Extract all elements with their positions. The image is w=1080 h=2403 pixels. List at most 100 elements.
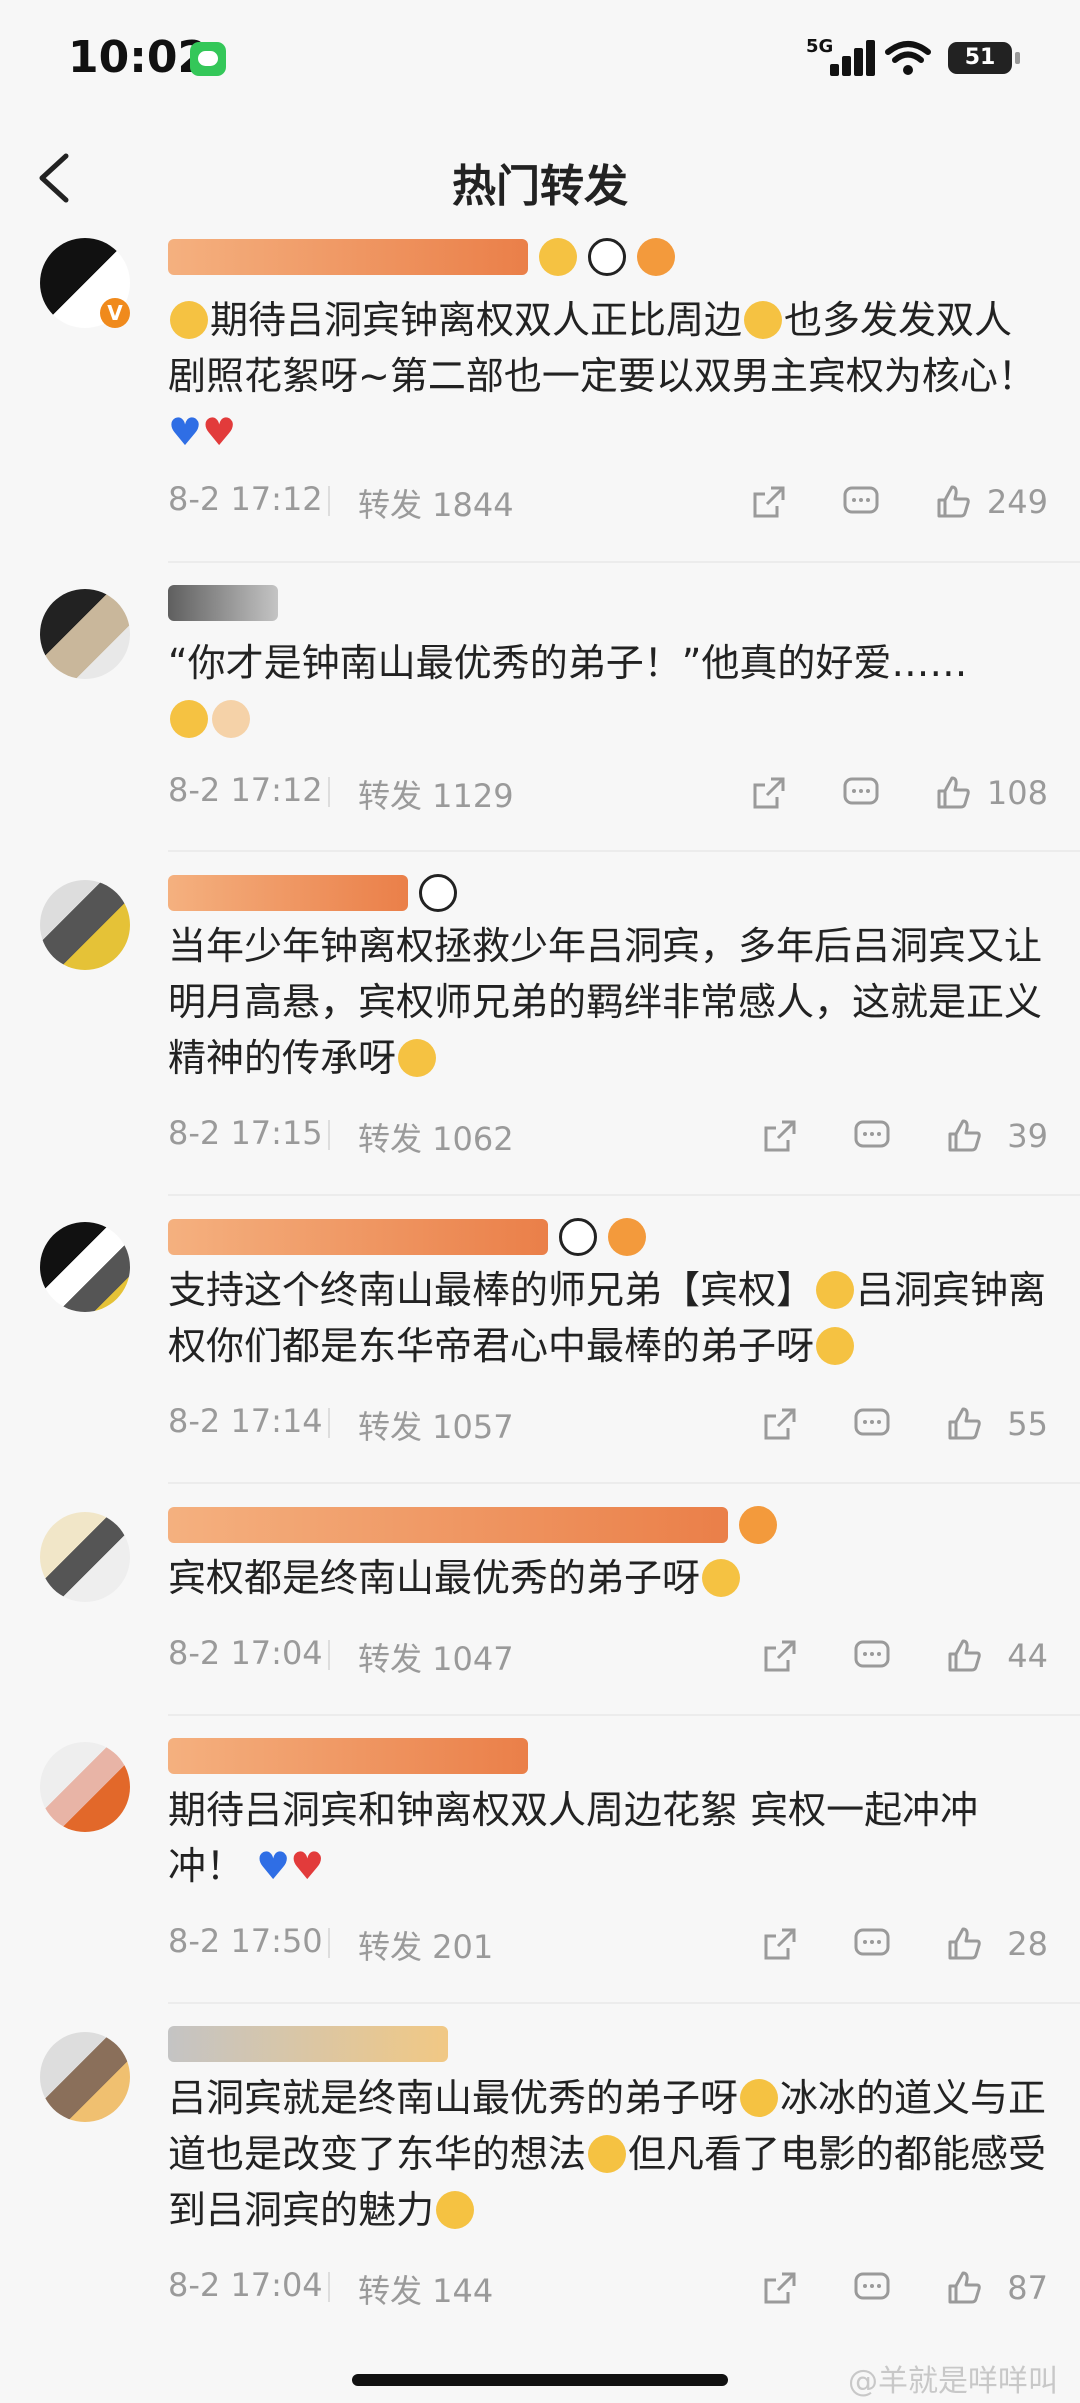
emoji-icon [744, 301, 783, 339]
like-icon[interactable] [933, 482, 973, 522]
user-name[interactable] [168, 1218, 647, 1262]
divider [328, 1928, 330, 1958]
post-time: 8-2 17:04 [168, 1634, 323, 1672]
like-count: 249 [986, 483, 1048, 521]
emoji-icon [740, 2079, 779, 2117]
meta-row: 8-2 17:04 转发 144 87 [168, 2266, 1048, 2310]
repost-count[interactable]: 转发 1057 [358, 1402, 514, 1448]
avatar[interactable] [40, 1222, 130, 1312]
comment-text: “你才是钟南山最优秀的弟子！”他真的好爱…… [168, 635, 1048, 747]
user-name[interactable] [168, 238, 676, 282]
meta-row: 8-2 17:50 转发 201 28 [168, 1922, 1048, 1966]
like-count: 55 [1007, 1405, 1048, 1443]
share-icon[interactable] [760, 2268, 800, 2308]
repost-list: V 期待吕洞宾钟离权双人正比周边 也多发发双人剧照花絮呀~第二部也一定要以双男主宾… [0, 236, 1080, 2348]
post-time: 8-2 17:50 [168, 1922, 323, 1960]
share-icon[interactable] [760, 1116, 800, 1156]
fish-emoji-icon [739, 1506, 778, 1544]
cellular-signal-icon: 5G [806, 36, 875, 78]
comment-icon[interactable] [852, 2268, 892, 2308]
comment-text: 期待吕洞宾钟离权双人正比周边 也多发发双人剧照花絮呀~第二部也一定要以双男主宾权为… [168, 298, 1036, 454]
red-heart-icon: ♥ [202, 410, 237, 454]
fish-emoji-icon [637, 238, 676, 276]
repost-count[interactable]: 转发 1129 [358, 771, 514, 817]
list-item[interactable]: 期待吕洞宾和钟离权双人周边花絮 宾权一起冲冲冲！ ♥♥ 8-2 17:50 转发… [0, 1716, 1080, 2004]
pleading-emoji-icon [816, 1327, 855, 1365]
comment-icon[interactable] [841, 773, 881, 813]
comment-text: 吕洞宾就是终南山最优秀的弟子呀 冰冰的道义与正道也是改变了东华的想法 但凡看了电影的… [168, 2076, 1047, 2232]
list-item[interactable]: 吕洞宾就是终南山最优秀的弟子呀 冰冰的道义与正道也是改变了东华的想法 但凡看了电影的… [0, 2004, 1080, 2348]
like-count: 87 [1007, 2269, 1048, 2307]
repost-count[interactable]: 转发 1062 [358, 1114, 514, 1160]
comment-icon[interactable] [852, 1404, 892, 1444]
divider [328, 777, 330, 807]
crying-emoji-icon [702, 1559, 741, 1597]
like-icon[interactable] [933, 773, 973, 813]
list-item[interactable]: 当年少年钟离权拯救少年吕洞宾，多年后吕洞宾又让明月高悬，宾权师兄弟的羁绊非常感人… [0, 852, 1080, 1196]
post-time: 8-2 17:15 [168, 1114, 323, 1152]
avatar[interactable] [40, 880, 130, 970]
user-name[interactable] [168, 585, 278, 629]
avatar[interactable] [40, 1742, 130, 1832]
crown-emoji-icon [539, 238, 578, 276]
share-icon[interactable] [749, 482, 789, 522]
messages-app-icon [190, 42, 226, 76]
avatar[interactable] [40, 2032, 130, 2122]
comment-text: 当年少年钟离权拯救少年吕洞宾，多年后吕洞宾又让明月高悬，宾权师兄弟的羁绊非常感人… [168, 924, 1043, 1080]
panda-emoji-icon [419, 874, 458, 912]
action-bar: 44 [708, 1634, 1048, 1678]
panda-emoji-icon [559, 1218, 598, 1256]
post-time: 8-2 17:12 [168, 480, 323, 518]
meta-row: 8-2 17:04 转发 1047 44 [168, 1634, 1048, 1678]
comment-text: 期待吕洞宾和钟离权双人周边花絮 宾权一起冲冲冲！ ♥♥ [168, 1788, 979, 1888]
meta-row: 8-2 17:12 转发 1129 108 [168, 771, 1048, 815]
comment-icon[interactable] [841, 482, 881, 522]
repost-count[interactable]: 转发 201 [358, 1922, 493, 1968]
comment-icon[interactable] [852, 1116, 892, 1156]
like-count: 28 [1007, 1925, 1048, 1963]
like-icon[interactable] [944, 1404, 984, 1444]
watermark: @羊就是咩咩叫 [848, 2364, 1058, 2399]
like-count: 44 [1007, 1637, 1048, 1675]
action-bar: 87 [708, 2266, 1048, 2310]
network-type-label: 5G [806, 36, 834, 57]
post-time: 8-2 17:12 [168, 771, 323, 809]
avatar[interactable] [40, 1512, 130, 1602]
like-count: 39 [1007, 1117, 1048, 1155]
repost-count[interactable]: 转发 1844 [358, 480, 514, 526]
like-icon[interactable] [944, 1116, 984, 1156]
pleading-emoji-icon [170, 700, 208, 738]
avatar[interactable] [40, 589, 130, 679]
list-item[interactable]: V 期待吕洞宾钟离权双人正比周边 也多发发双人剧照花絮呀~第二部也一定要以双男主宾… [0, 236, 1080, 563]
user-name[interactable] [168, 874, 458, 918]
like-icon[interactable] [944, 1924, 984, 1964]
share-icon[interactable] [760, 1404, 800, 1444]
list-item[interactable]: 宾权都是终南山最优秀的弟子呀 8-2 17:04 转发 1047 44 [0, 1484, 1080, 1716]
comment-icon[interactable] [852, 1924, 892, 1964]
repost-count[interactable]: 转发 1047 [358, 1634, 514, 1680]
emoji-icon [170, 301, 208, 339]
list-item[interactable]: 支持这个终南山最棒的师兄弟【宾权】 吕洞宾钟离权你们都是东华帝君心中最棒的弟子呀 … [0, 1196, 1080, 1484]
share-icon[interactable] [760, 1636, 800, 1676]
meta-row: 8-2 17:12 转发 1844 249 [168, 480, 1048, 524]
panda-emoji-icon [588, 238, 627, 276]
share-icon[interactable] [760, 1924, 800, 1964]
comment-icon[interactable] [852, 1636, 892, 1676]
divider [328, 1120, 330, 1150]
list-item[interactable]: “你才是钟南山最优秀的弟子！”他真的好爱…… 8-2 17:12 转发 1129… [0, 563, 1080, 852]
user-name[interactable] [168, 1506, 778, 1550]
repost-count[interactable]: 转发 144 [358, 2266, 493, 2312]
divider [328, 486, 330, 516]
heart-hands-emoji-icon [212, 700, 250, 738]
comment-text: 支持这个终南山最棒的师兄弟【宾权】 吕洞宾钟离权你们都是东华帝君心中最棒的弟子呀 [168, 1268, 1047, 1368]
comment-text: 宾权都是终南山最优秀的弟子呀 [168, 1550, 1048, 1606]
divider [328, 2272, 330, 2302]
user-name[interactable] [168, 1738, 528, 1782]
fish-emoji-icon [608, 1218, 647, 1256]
user-name[interactable] [168, 2026, 448, 2070]
share-icon[interactable] [749, 773, 789, 813]
like-icon[interactable] [944, 1636, 984, 1676]
like-icon[interactable] [944, 2268, 984, 2308]
action-bar: 55 [708, 1402, 1048, 1446]
home-indicator[interactable] [352, 2374, 728, 2386]
